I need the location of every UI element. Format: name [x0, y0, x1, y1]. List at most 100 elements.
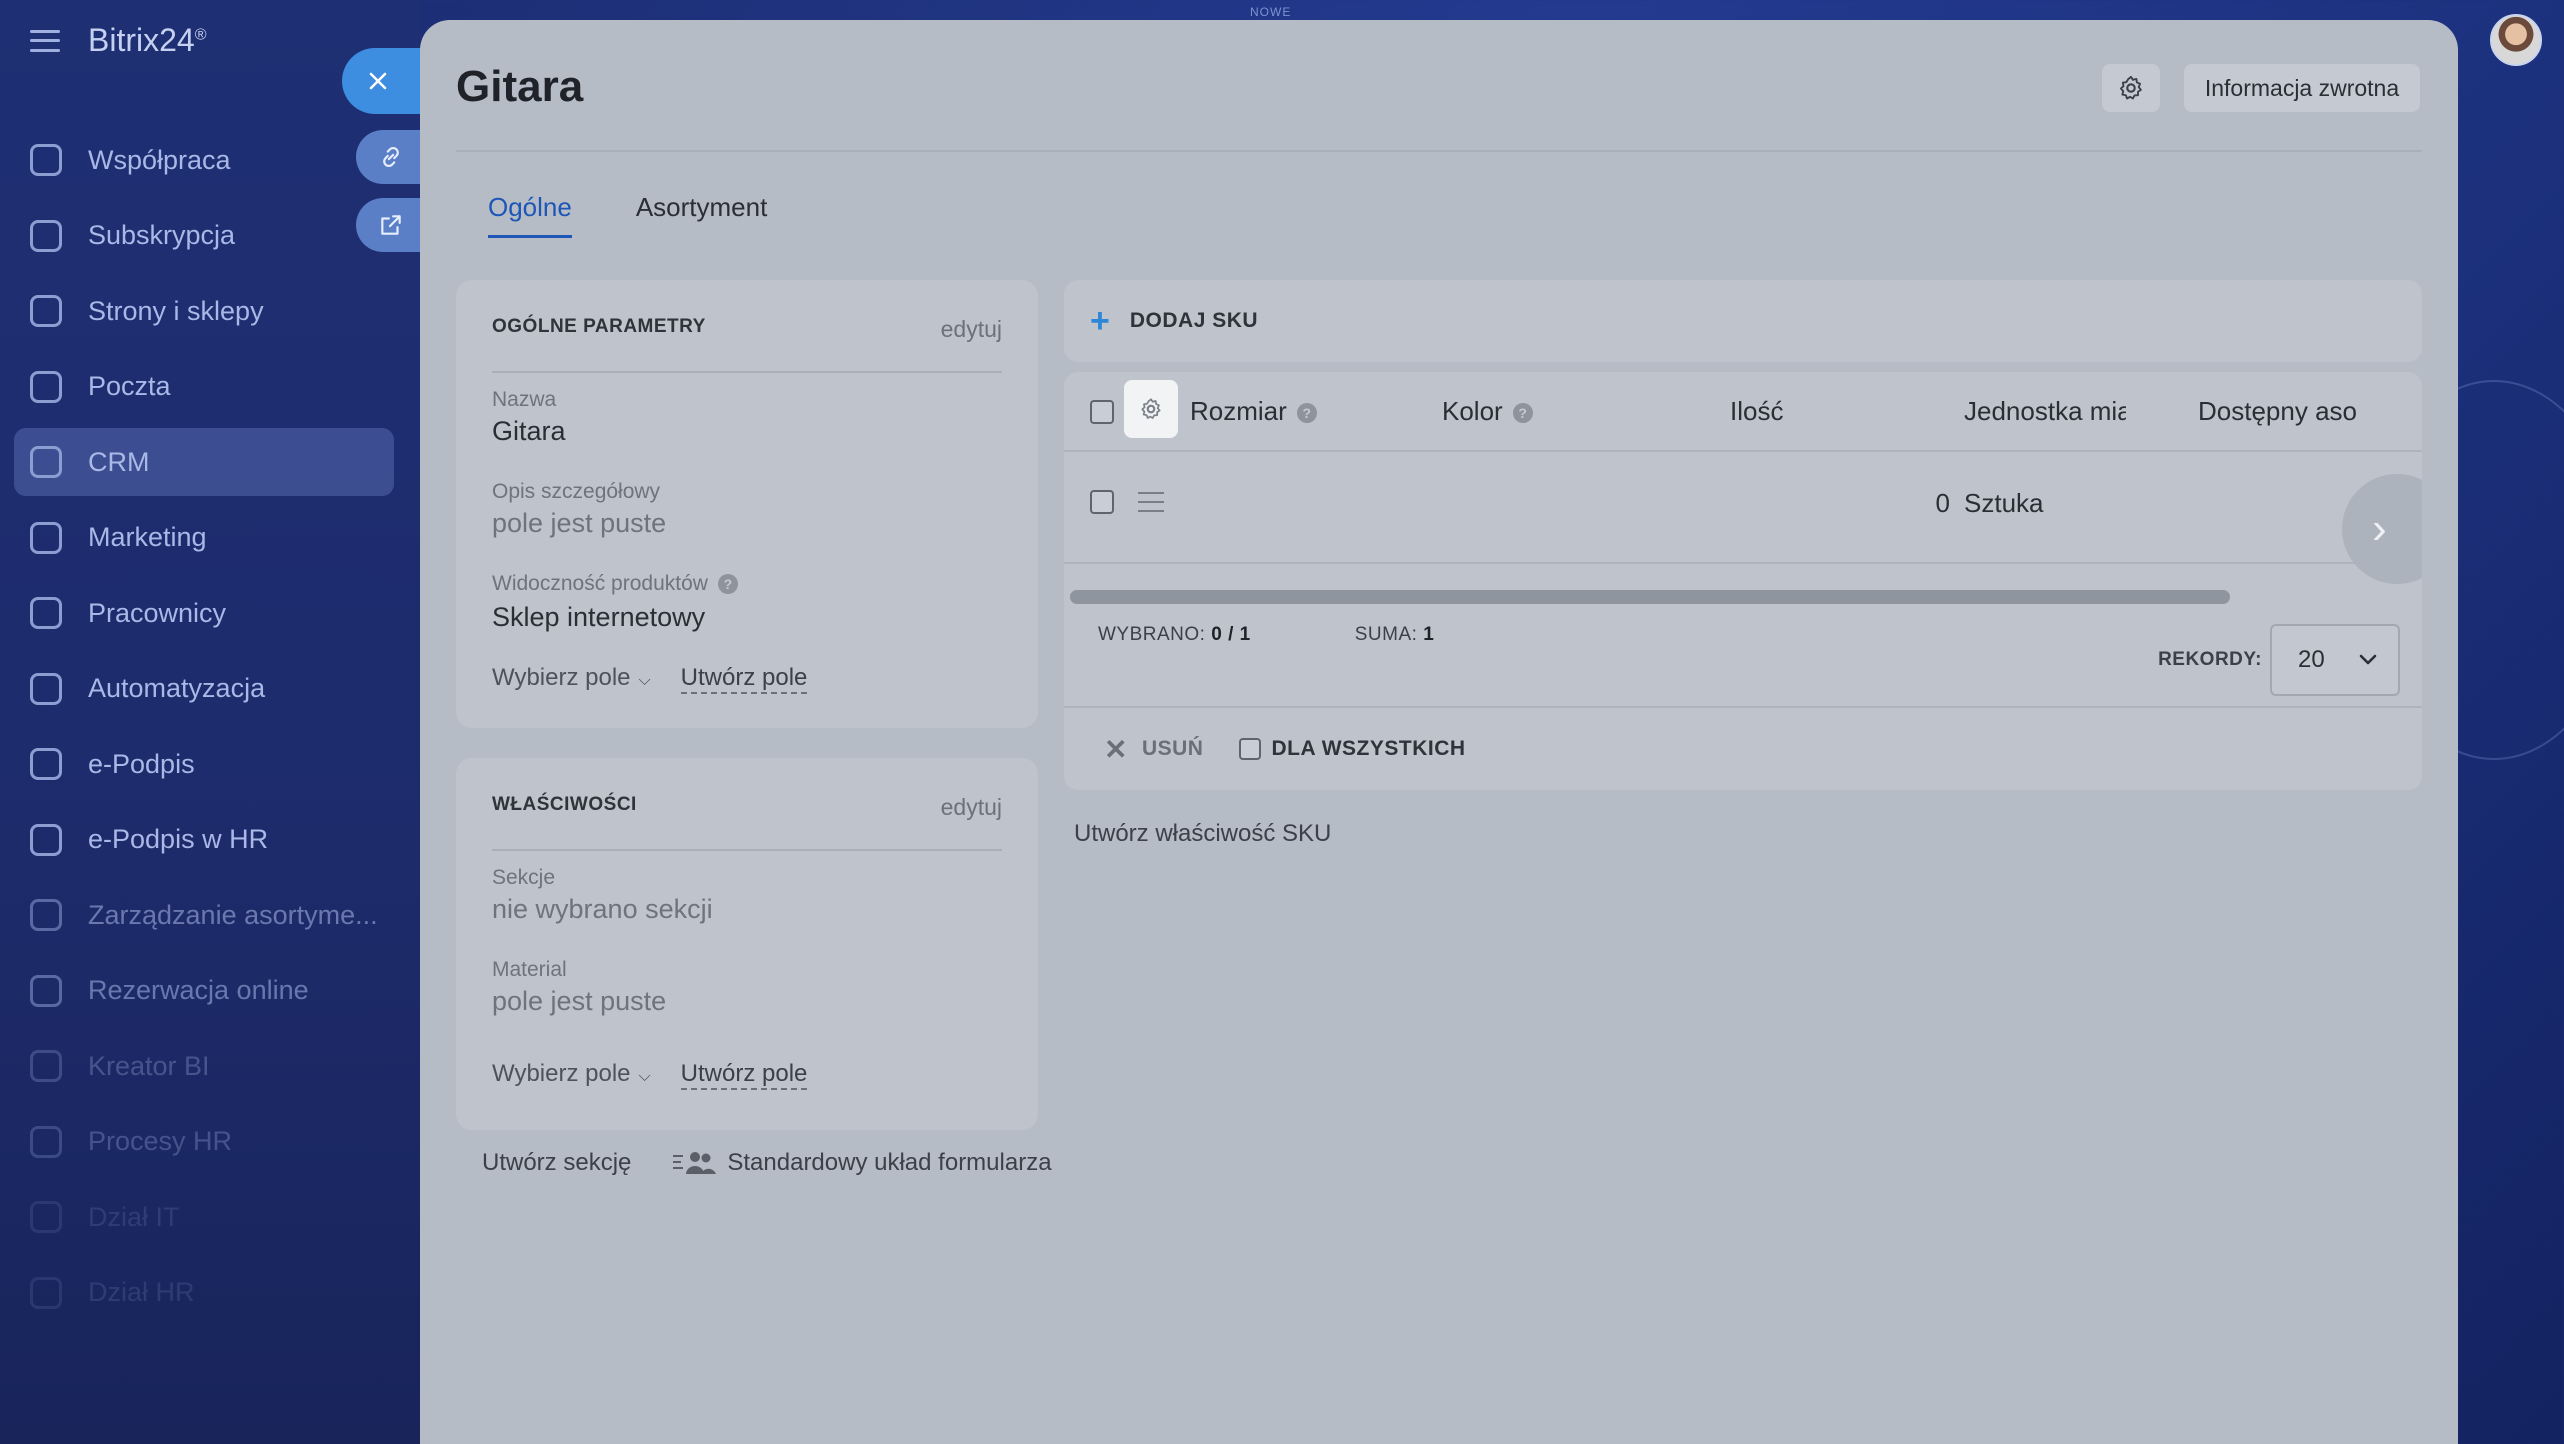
sidebar-item-dzial-it[interactable]: Dział IT [14, 1183, 394, 1251]
table-row[interactable]: 0 Sztuka [1064, 454, 2422, 564]
open-new-window-button[interactable] [356, 198, 426, 252]
tab-assortment[interactable]: Asortyment [636, 192, 768, 238]
form-footer-links: Utwórz sekcję Standardowy układ formular… [482, 1148, 1052, 1178]
field-value-visibility[interactable]: Sklep internetowy [492, 602, 705, 633]
logo-mark: ® [194, 26, 207, 44]
logo[interactable]: Bitrix24® [88, 22, 207, 59]
users-layout-icon [673, 1152, 717, 1174]
field-value-name[interactable]: Gitara [492, 416, 566, 447]
sidebar-item-wspolpraca[interactable]: Współpraca [14, 126, 394, 194]
top-label: NOWE [1250, 5, 1292, 19]
records-select[interactable]: 20 [2270, 624, 2400, 696]
sidebar-item-crm[interactable]: CRM [14, 428, 394, 496]
edit-link[interactable]: edytuj [941, 316, 1002, 343]
sidebar-item-epodpis[interactable]: e-Podpis [14, 730, 394, 798]
it-icon [30, 1201, 62, 1233]
sidebar-item-label: CRM [88, 446, 150, 477]
gear-icon [2120, 75, 2142, 100]
sidebar-item-subskrypcja[interactable]: Subskrypcja [14, 202, 394, 270]
sidebar-item-marketing[interactable]: Marketing [14, 504, 394, 572]
target-icon [30, 521, 62, 554]
cell-quantity[interactable]: 0 [1910, 488, 1950, 519]
sum-count: SUMA: 1 [1355, 624, 1435, 646]
sidebar-item-label: Subskrypcja [88, 220, 236, 250]
close-icon [369, 72, 387, 90]
for-all-option[interactable]: DLA WSZYSTKICH [1239, 737, 1465, 761]
link-icon [383, 147, 399, 167]
sidebar-item-pracownicy[interactable]: Pracownicy [14, 579, 394, 647]
card-actions: Wybierz pole ⌵ Utwórz pole [492, 1060, 808, 1090]
sidebar-item-label: Procesy HR [88, 1126, 233, 1156]
settings-button[interactable] [2102, 64, 2160, 112]
column-header-size[interactable]: Rozmiar? [1190, 396, 1317, 427]
column-header-color[interactable]: Kolor? [1442, 396, 1533, 427]
field-label-visibility: Widoczność produktów? [492, 572, 738, 596]
sku-grid: Rozmiar? Kolor? Ilość Jednostka mia Dost… [1064, 372, 2422, 790]
external-link-icon [381, 215, 401, 235]
chevron-down-icon [2359, 654, 2377, 665]
field-value-material[interactable]: pole jest puste [492, 986, 666, 1017]
field-value-sections[interactable]: nie wybrano sekcji [492, 894, 713, 925]
field-label-description: Opis szczegółowy [492, 480, 661, 503]
sidebar-item-strony[interactable]: Strony i sklepy [14, 277, 394, 345]
help-icon[interactable]: ? [717, 574, 738, 595]
choose-field-label: Wybierz pole [492, 664, 631, 691]
bar-chart-icon [30, 1050, 62, 1082]
plus-icon: + [1090, 301, 1110, 340]
for-all-checkbox[interactable] [1239, 738, 1262, 760]
copy-link-button[interactable] [356, 130, 426, 184]
create-section-link[interactable]: Utwórz sekcję [482, 1149, 631, 1177]
tab-general[interactable]: Ogólne [488, 192, 572, 238]
add-sku-button[interactable]: + DODAJ SKU [1064, 280, 2422, 362]
delete-button[interactable]: ✕ USUŃ [1104, 733, 1203, 766]
create-sku-property-link[interactable]: Utwórz właściwość SKU [1074, 820, 1331, 848]
chevron-down-icon: ⌵ [638, 672, 651, 689]
column-header-unit[interactable]: Jednostka mia [1964, 396, 2126, 427]
sidebar-item-label: Strony i sklepy [88, 295, 264, 326]
choose-field-dropdown[interactable]: Wybierz pole ⌵ [492, 1060, 651, 1090]
field-value-description[interactable]: pole jest puste [492, 508, 666, 539]
help-icon[interactable]: ? [1512, 403, 1533, 424]
create-field-link[interactable]: Utwórz pole [680, 1060, 808, 1090]
close-icon: ✕ [1104, 733, 1128, 765]
sidebar-item-epodpis-hr[interactable]: e-Podpis w HR [14, 806, 394, 874]
sidebar-item-procesy-hr[interactable]: Procesy HR [14, 1108, 394, 1176]
standard-layout-link[interactable]: Standardowy układ formularza [671, 1148, 1052, 1178]
mail-icon [30, 370, 62, 403]
menu-icon[interactable] [30, 29, 60, 52]
help-icon[interactable]: ? [1296, 403, 1317, 424]
cart-icon [30, 295, 62, 327]
properties-card: WŁAŚCIWOŚCI edytuj Sekcje nie wybrano se… [456, 758, 1038, 1130]
for-all-label: DLA WSZYSTKICH [1271, 737, 1466, 760]
sidebar-item-kreator-bi[interactable]: Kreator BI [14, 1032, 394, 1100]
divider [456, 150, 2422, 152]
edit-link[interactable]: edytuj [941, 794, 1002, 821]
sidebar-item-poczta[interactable]: Poczta [14, 353, 394, 421]
choose-field-dropdown[interactable]: Wybierz pole ⌵ [492, 664, 651, 694]
chevron-right-icon: › [2372, 504, 2387, 553]
avatar[interactable] [2490, 14, 2542, 66]
sidebar-item-dzial-hr[interactable]: Dział HR [14, 1259, 394, 1327]
sidebar-item-automatyzacja[interactable]: Automatyzacja [14, 655, 394, 723]
sidebar-item-rezerwacja[interactable]: Rezerwacja online [14, 957, 394, 1025]
feedback-button[interactable]: Informacja zwrotna [2184, 64, 2420, 112]
sidebar-item-label: Marketing [88, 522, 207, 552]
column-header-quantity[interactable]: Ilość [1730, 396, 1783, 427]
card-header: OGÓLNE PARAMETRY edytuj [492, 316, 1002, 373]
grid-action-panel: ✕ USUŃ DLA WSZYSTKICH [1064, 706, 2422, 790]
cell-unit[interactable]: Sztuka [1964, 488, 2044, 519]
row-checkbox[interactable] [1090, 490, 1114, 514]
create-field-link[interactable]: Utwórz pole [680, 664, 808, 694]
warehouse-icon [30, 899, 62, 931]
subscription-icon [30, 219, 62, 252]
drag-handle-icon[interactable] [1138, 492, 1164, 512]
document-sign-icon [30, 823, 62, 856]
records-value: 20 [2298, 646, 2325, 673]
column-header-available[interactable]: Dostępny aso [2198, 396, 2364, 427]
selected-value: 0 / 1 [1211, 624, 1251, 645]
sidebar-item-asortyment[interactable]: Zarządzanie asortyme... [14, 881, 394, 949]
select-all-checkbox[interactable] [1090, 400, 1114, 424]
column-settings-button[interactable] [1124, 380, 1178, 438]
horizontal-scrollbar[interactable] [1070, 590, 2230, 604]
calendar-icon [30, 974, 62, 1007]
